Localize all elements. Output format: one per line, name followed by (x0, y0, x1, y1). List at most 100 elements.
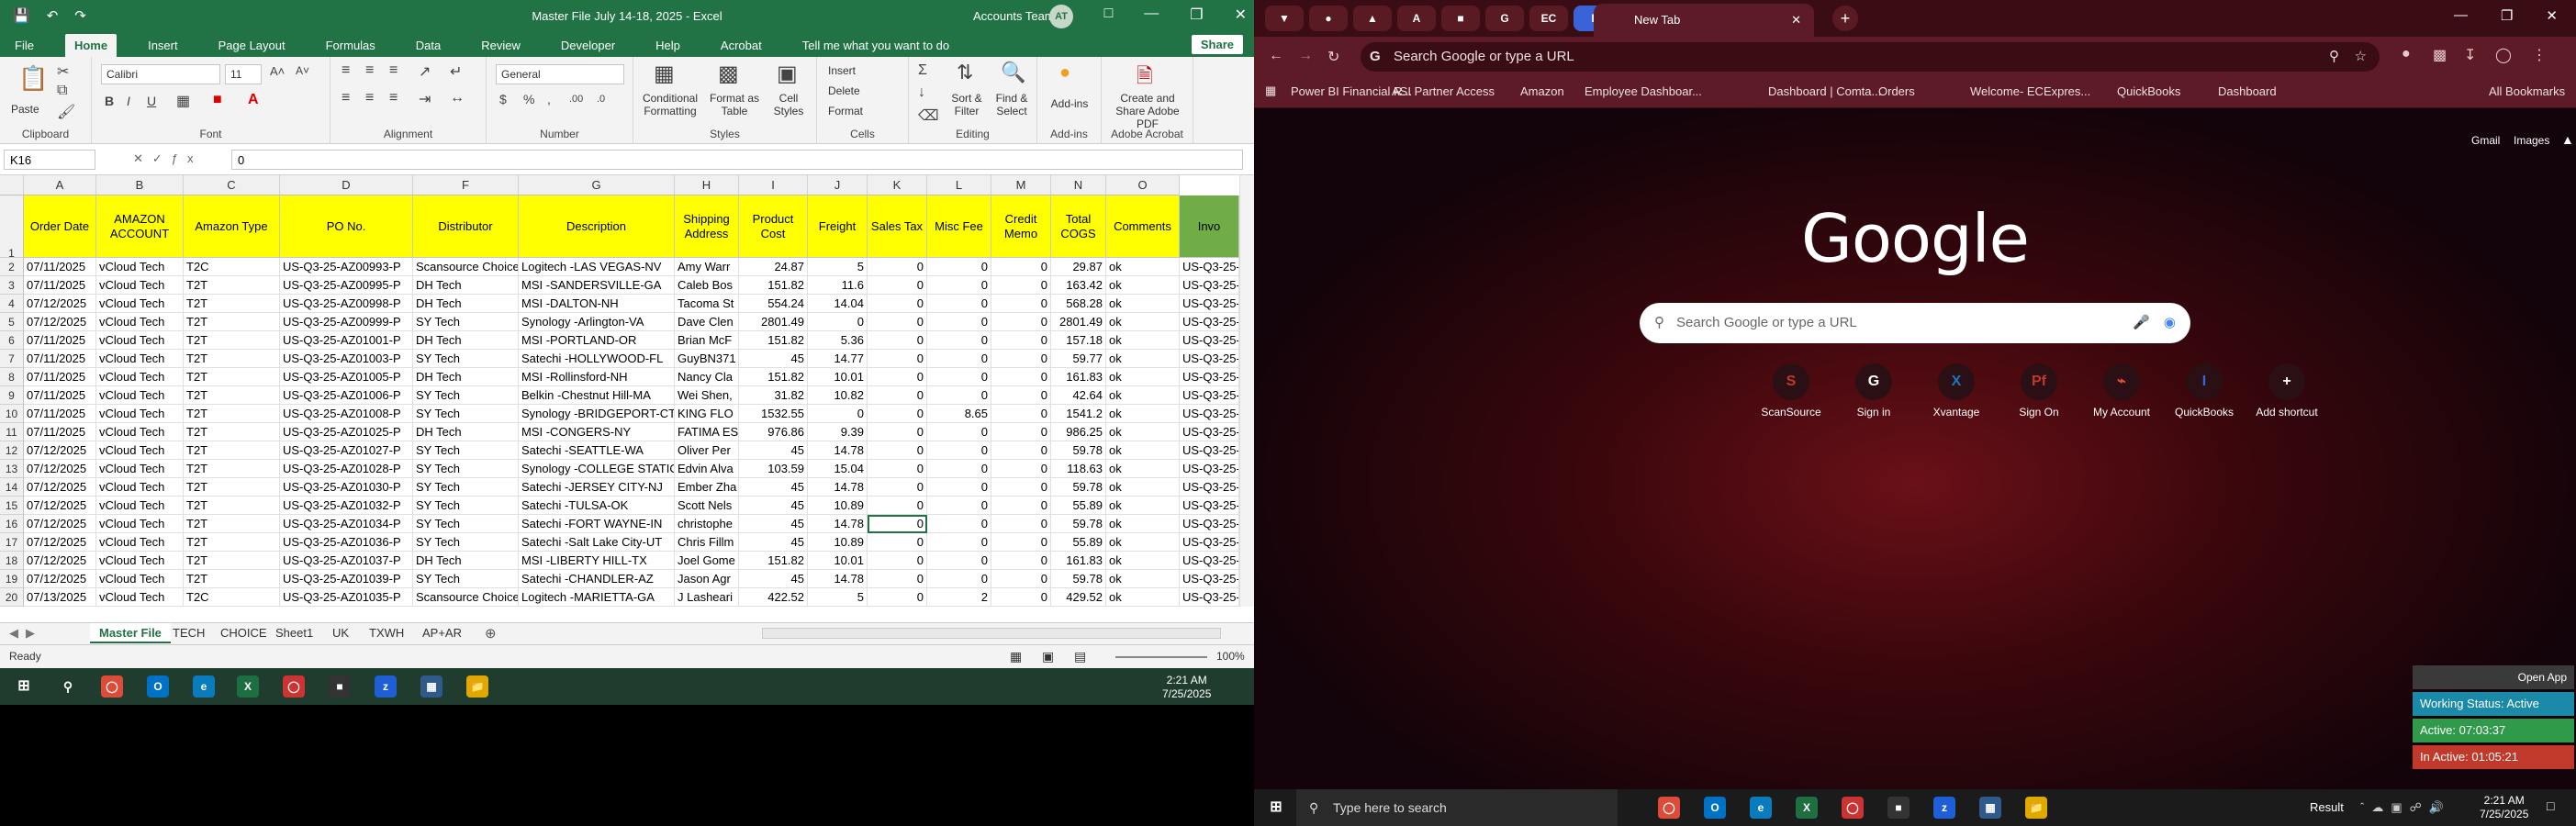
table-cell[interactable]: 14.78 (808, 570, 868, 588)
table-cell[interactable]: 554.24 (739, 295, 808, 313)
table-cell[interactable]: 0 (991, 441, 1051, 460)
system-tray-icons[interactable]: ˆ☁▣☍🔊 (2360, 800, 2451, 815)
table-cell[interactable]: US-Q3-25-AZ00995-P (280, 276, 413, 295)
table-cell[interactable]: 163.42 (1051, 276, 1106, 295)
pinned-tab-5[interactable]: G (1485, 6, 1524, 31)
header-cell[interactable]: Shipping Address (675, 195, 739, 258)
table-cell[interactable]: Dave Clen (675, 313, 739, 331)
table-cell[interactable]: Belkin -Chestnut Hill-MA (519, 386, 675, 405)
name-box[interactable]: K16 (4, 150, 95, 170)
bookmark-item[interactable]: Dashboard | Comta... (1768, 84, 1881, 98)
format-as-table-button[interactable]: Format as Table (705, 92, 764, 117)
table-cell[interactable]: 2801.49 (1051, 313, 1106, 331)
table-cell[interactable]: T2T (184, 386, 280, 405)
zoom-slider[interactable] (1115, 656, 1207, 658)
table-cell[interactable]: 0 (927, 552, 991, 570)
table-cell[interactable]: US-Q3-25-A (1180, 570, 1239, 588)
table-cell[interactable]: vCloud Tech (96, 368, 184, 386)
table-cell[interactable]: T2T (184, 533, 280, 552)
chrome-profile-icon[interactable]: ◯ (1842, 797, 1864, 819)
table-cell[interactable]: 07/12/2025 (24, 570, 96, 588)
horizontal-scrollbar[interactable] (762, 628, 1221, 639)
column-header[interactable]: C (184, 175, 280, 195)
app-icon[interactable]: ■ (1887, 797, 1910, 819)
table-cell[interactable]: DH Tech (413, 276, 519, 295)
table-cell[interactable]: MSI -Rollinsford-NH (519, 368, 675, 386)
column-header[interactable]: N (1051, 175, 1106, 195)
table-cell[interactable]: 0 (991, 588, 1051, 607)
table-cell[interactable]: 0 (927, 515, 991, 533)
calculator-icon[interactable]: ▦ (420, 675, 442, 698)
fill-icon[interactable]: ↓ (918, 84, 925, 101)
table-cell[interactable]: T2T (184, 441, 280, 460)
row-header[interactable]: 11 (0, 423, 24, 441)
table-cell[interactable]: 0 (868, 533, 927, 552)
table-cell[interactable]: SY Tech (413, 515, 519, 533)
row-header[interactable]: 16 (0, 515, 24, 533)
maximize-icon[interactable]: ❐ (1190, 6, 1203, 24)
table-cell[interactable]: 0 (868, 276, 927, 295)
table-cell[interactable]: 0 (991, 533, 1051, 552)
number-format-select[interactable]: General (496, 64, 624, 84)
shortcut-tile[interactable]: + Add shortcut (2246, 363, 2328, 419)
row-header[interactable]: 7 (0, 350, 24, 368)
table-cell[interactable]: T2T (184, 405, 280, 423)
addins-icon[interactable]: ● (1059, 62, 1070, 84)
close-icon[interactable]: ✕ (1235, 6, 1247, 24)
windows-start-icon[interactable]: ⊞ (13, 675, 35, 698)
table-cell[interactable]: 07/12/2025 (24, 515, 96, 533)
table-cell[interactable]: 55.89 (1051, 497, 1106, 515)
table-cell[interactable]: 0 (868, 515, 927, 533)
table-cell[interactable]: US-Q3-25-AZ01027-P (280, 441, 413, 460)
all-bookmarks[interactable]: All Bookmarks (2489, 84, 2565, 98)
table-cell[interactable]: T2T (184, 552, 280, 570)
table-cell[interactable]: 5 (808, 588, 868, 607)
column-header[interactable]: D (280, 175, 413, 195)
table-cell[interactable]: US-Q3-25-AZ01039-P (280, 570, 413, 588)
grow-font-icon[interactable]: A˄ (270, 64, 285, 78)
table-cell[interactable]: 0 (868, 405, 927, 423)
table-cell[interactable]: SY Tech (413, 350, 519, 368)
sheet-tab[interactable]: TXWH (360, 623, 413, 643)
table-cell[interactable]: DH Tech (413, 331, 519, 350)
italic-icon[interactable]: I (127, 94, 130, 108)
file-explorer-icon[interactable]: 📁 (466, 675, 488, 698)
table-cell[interactable]: SY Tech (413, 533, 519, 552)
table-cell[interactable]: vCloud Tech (96, 295, 184, 313)
table-cell[interactable]: 151.82 (739, 368, 808, 386)
font-size-select[interactable]: 11 (225, 64, 262, 84)
minimize-icon[interactable]: — (2454, 7, 2468, 24)
search-icon[interactable]: ⚲ (57, 675, 79, 698)
table-cell[interactable]: 0 (808, 313, 868, 331)
table-cell[interactable]: vCloud Tech (96, 478, 184, 497)
table-cell[interactable]: 07/11/2025 (24, 405, 96, 423)
normal-view-icon[interactable]: ▦ (1010, 649, 1022, 664)
create-pdf-button[interactable]: Create and Share Adobe PDF (1105, 92, 1190, 130)
table-cell[interactable]: Satechi -FORT WAYNE-IN (519, 515, 675, 533)
table-cell[interactable]: 0 (927, 533, 991, 552)
table-cell[interactable]: 59.78 (1051, 478, 1106, 497)
table-cell[interactable]: ok (1106, 350, 1180, 368)
table-cell[interactable]: US-Q3-25-A (1180, 276, 1239, 295)
table-cell[interactable]: 07/11/2025 (24, 258, 96, 276)
table-cell[interactable]: Scansource Choice (413, 588, 519, 607)
table-cell[interactable]: US-Q3-25-AZ01025-P (280, 423, 413, 441)
table-cell[interactable]: Edvin Alva (675, 460, 739, 478)
header-cell[interactable]: AMAZON ACCOUNT (96, 195, 184, 258)
table-cell[interactable]: 45 (739, 478, 808, 497)
taskbar-clock[interactable]: 2:21 AM 7/25/2025 (2480, 794, 2528, 821)
table-cell[interactable]: 14.78 (808, 478, 868, 497)
align-left-icon[interactable]: ≡ (342, 90, 350, 106)
bookmark-item[interactable]: Employee Dashboar... (1585, 84, 1702, 98)
table-cell[interactable]: US-Q3-25-AZ00998-P (280, 295, 413, 313)
table-cell[interactable]: T2T (184, 423, 280, 441)
table-cell[interactable]: 07/12/2025 (24, 313, 96, 331)
app-icon[interactable]: ■ (329, 675, 351, 698)
table-cell[interactable]: 07/11/2025 (24, 386, 96, 405)
column-header[interactable]: O (1106, 175, 1180, 195)
table-cell[interactable]: US-Q3-25-AZ01006-P (280, 386, 413, 405)
column-header[interactable]: J (808, 175, 868, 195)
chrome-icon[interactable]: ◯ (1658, 797, 1680, 819)
table-cell[interactable]: SY Tech (413, 405, 519, 423)
paste-icon[interactable]: 📋 (18, 64, 48, 93)
